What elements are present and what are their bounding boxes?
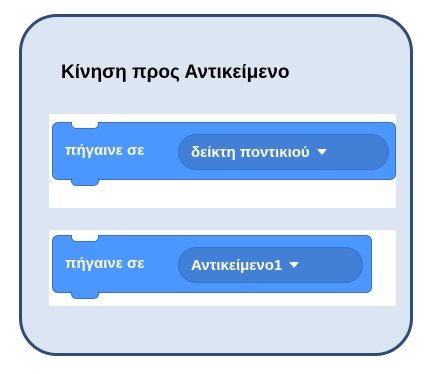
block-label: πήγαινε σε [65,255,145,272]
card-title: Κίνηση προς Αντικείμενο [61,62,290,83]
caret-down-icon [316,149,327,155]
target-dropdown[interactable]: δείκτη ποντικιού [178,134,389,170]
block-label: πήγαινε σε [65,142,145,159]
block-notch [71,122,99,129]
dropdown-value: Αντικείμενο1 [191,256,283,274]
block-image-frame: πήγαινε σε δείκτη ποντικιού [49,114,396,208]
target-dropdown[interactable]: Αντικείμενο1 [178,247,363,283]
go-to-block[interactable]: πήγαινε σε δείκτη ποντικιού [52,122,396,186]
block-image-frame: πήγαινε σε Αντικείμενο1 [49,230,396,306]
caret-down-icon [289,262,300,268]
go-to-block[interactable]: πήγαινε σε Αντικείμενο1 [52,235,372,299]
dropdown-value: δείκτη ποντικιού [191,143,310,161]
block-tab [71,178,99,186]
block-tab [71,291,99,299]
block-notch [71,235,99,242]
